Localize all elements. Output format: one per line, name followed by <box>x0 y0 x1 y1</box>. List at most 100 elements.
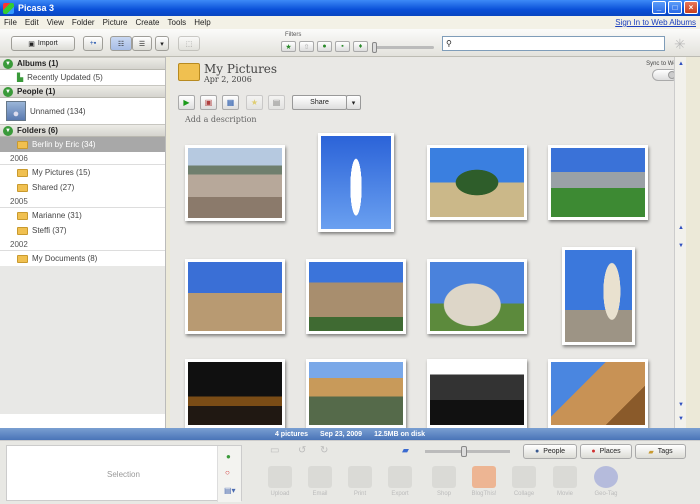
clear-icon[interactable]: ○ <box>225 468 230 477</box>
vertical-scrollbar[interactable]: ▲ ▲ ▼ ▼ ▼ <box>674 57 686 428</box>
print-icon[interactable] <box>348 466 372 488</box>
menu-help[interactable]: Help <box>190 18 214 27</box>
sidebar-item-marianne[interactable]: Marianne (31) <box>0 208 165 223</box>
upload-icon[interactable] <box>268 466 292 488</box>
import-button[interactable]: ▣ Import <box>11 36 75 51</box>
folder-title[interactable]: My Pictures <box>204 62 277 76</box>
scroll-up-icon[interactable]: ▲ <box>676 223 686 233</box>
menu-create[interactable]: Create <box>131 18 163 27</box>
sidebar-item-berlin[interactable]: Berlin by Eric (34) <box>0 137 165 152</box>
rotate-ccw-icon[interactable]: ↺ <box>298 445 306 456</box>
uploaded-filter[interactable]: ⇧ <box>299 41 314 52</box>
sidebar: ▼ Albums (1) ▙ Recently Updated (5) ▼ Peopl… <box>0 57 166 428</box>
rotate-left-icon[interactable]: ▭ <box>270 445 279 456</box>
shop-icon[interactable] <box>432 466 456 488</box>
scroll-down-icon[interactable]: ▼ <box>676 241 686 251</box>
play-icon: ▶ <box>183 98 190 107</box>
filter-date-slider[interactable] <box>372 42 434 53</box>
folder-icon <box>178 63 200 81</box>
scroll-up-icon[interactable]: ▲ <box>676 59 686 69</box>
slider-knob[interactable] <box>372 42 377 53</box>
photo-thumbnail[interactable] <box>185 259 285 334</box>
collage-icon[interactable] <box>512 466 536 488</box>
sign-in-link[interactable]: Sign In to Web Albums <box>615 18 696 27</box>
albums-header[interactable]: ▼ Albums (1) <box>0 57 165 70</box>
photo-thumbnail[interactable] <box>562 247 635 345</box>
photo-thumbnail[interactable] <box>548 359 648 428</box>
menu-folder[interactable]: Folder <box>68 18 99 27</box>
photo-thumbnail[interactable] <box>306 259 406 334</box>
faces-filter[interactable]: ● <box>317 41 332 52</box>
rotate-cw-icon[interactable]: ↻ <box>320 445 328 456</box>
menu-edit[interactable]: Edit <box>21 18 43 27</box>
collage-button[interactable]: ▦ <box>222 95 239 110</box>
sidebar-item-my-documents[interactable]: My Documents (8) <box>0 251 165 266</box>
minimize-button[interactable]: _ <box>652 1 666 14</box>
sidebar-item-recently-updated[interactable]: ▙ Recently Updated (5) <box>0 70 165 85</box>
maximize-button[interactable]: □ <box>668 1 682 14</box>
menu-picture[interactable]: Picture <box>99 18 132 27</box>
people-button[interactable]: ● People <box>523 444 577 459</box>
photo-thumbnail[interactable] <box>548 145 648 220</box>
sidebar-item-my-pictures[interactable]: My Pictures (15) <box>0 165 165 180</box>
geotag-filter[interactable]: ♦ <box>353 41 368 52</box>
email-icon[interactable] <box>308 466 332 488</box>
scroll-down-icon[interactable]: ▼ <box>676 400 686 410</box>
photo-thumbnail[interactable] <box>427 359 527 428</box>
photo-thumbnail[interactable] <box>185 359 285 428</box>
scroll-down-icon[interactable]: ▼ <box>676 414 686 424</box>
album-icon: ▙ <box>17 73 24 82</box>
geotag-icon[interactable] <box>594 466 618 488</box>
list-view-icon: ☰ <box>138 40 146 48</box>
hold-icon[interactable]: ● <box>226 452 231 461</box>
view-options-dropdown[interactable]: ▾ <box>155 36 169 51</box>
add-to-album-icon[interactable]: ▤▾ <box>224 486 236 495</box>
save-icon: ▤ <box>272 98 281 107</box>
photo-thumbnail[interactable] <box>427 145 527 220</box>
places-button[interactable]: ● Places <box>580 444 632 459</box>
menu-file[interactable]: File <box>0 18 21 27</box>
tray-controls: ● ○ ▤▾ <box>217 446 241 502</box>
sidebar-item-unnamed[interactable]: ● Unnamed (134) <box>0 98 165 124</box>
movie-label: Movie <box>556 491 573 497</box>
movies-filter[interactable]: ▪ <box>335 41 350 52</box>
collapse-icon[interactable]: ▼ <box>3 58 13 69</box>
selection-tray[interactable]: Selection ● ○ ▤▾ <box>6 445 242 502</box>
status-date: Sep 23, 2009 <box>320 430 363 438</box>
star-folder-button[interactable]: ★ <box>246 95 263 110</box>
share-dropdown-button[interactable]: ▾ <box>346 95 361 110</box>
folders-header[interactable]: ▼ Folders (6) <box>0 124 165 137</box>
blogthis-icon[interactable] <box>472 466 496 488</box>
photo-thumbnail[interactable] <box>318 133 394 232</box>
save-button[interactable]: ▤ <box>268 95 285 110</box>
add-to-album-button[interactable]: +▪ <box>83 36 103 51</box>
photo-thumbnail[interactable] <box>427 259 527 334</box>
tags-button[interactable]: ▰ Tags <box>635 444 686 459</box>
folder-description-field[interactable]: Add a description <box>185 115 257 124</box>
picasa-logo-icon <box>3 2 14 14</box>
movie-icon[interactable] <box>553 466 577 488</box>
photo-viewer-button[interactable]: ⬚ <box>178 36 200 51</box>
slider-knob[interactable] <box>461 446 467 457</box>
menu-tools[interactable]: Tools <box>164 18 191 27</box>
people-header[interactable]: ▼ People (1) <box>0 85 165 98</box>
collage-label: Collage <box>513 491 535 497</box>
thumbnail-size-slider[interactable] <box>425 446 510 457</box>
menu-view[interactable]: View <box>43 18 68 27</box>
collapse-icon[interactable]: ▼ <box>3 86 13 97</box>
edit-pictures-button[interactable]: ▣ <box>200 95 217 110</box>
thumbnail-view-button[interactable]: ☷ <box>110 36 132 51</box>
photo-thumbnail[interactable] <box>185 145 285 221</box>
slideshow-button[interactable]: ▶ <box>178 95 195 110</box>
sidebar-item-steffi[interactable]: Steffi (37) <box>0 223 165 238</box>
person-icon: ● <box>534 448 540 455</box>
share-button[interactable]: Share <box>292 95 347 110</box>
photo-thumbnail[interactable] <box>306 359 406 428</box>
search-input[interactable]: ⚲ <box>442 36 665 51</box>
collapse-icon[interactable]: ▼ <box>3 125 13 136</box>
list-view-button[interactable]: ☰ <box>132 36 152 51</box>
starred-filter[interactable]: ★ <box>281 41 296 52</box>
export-icon[interactable] <box>388 466 412 488</box>
close-button[interactable]: × <box>684 1 698 14</box>
sidebar-item-shared[interactable]: Shared (27) <box>0 180 165 195</box>
